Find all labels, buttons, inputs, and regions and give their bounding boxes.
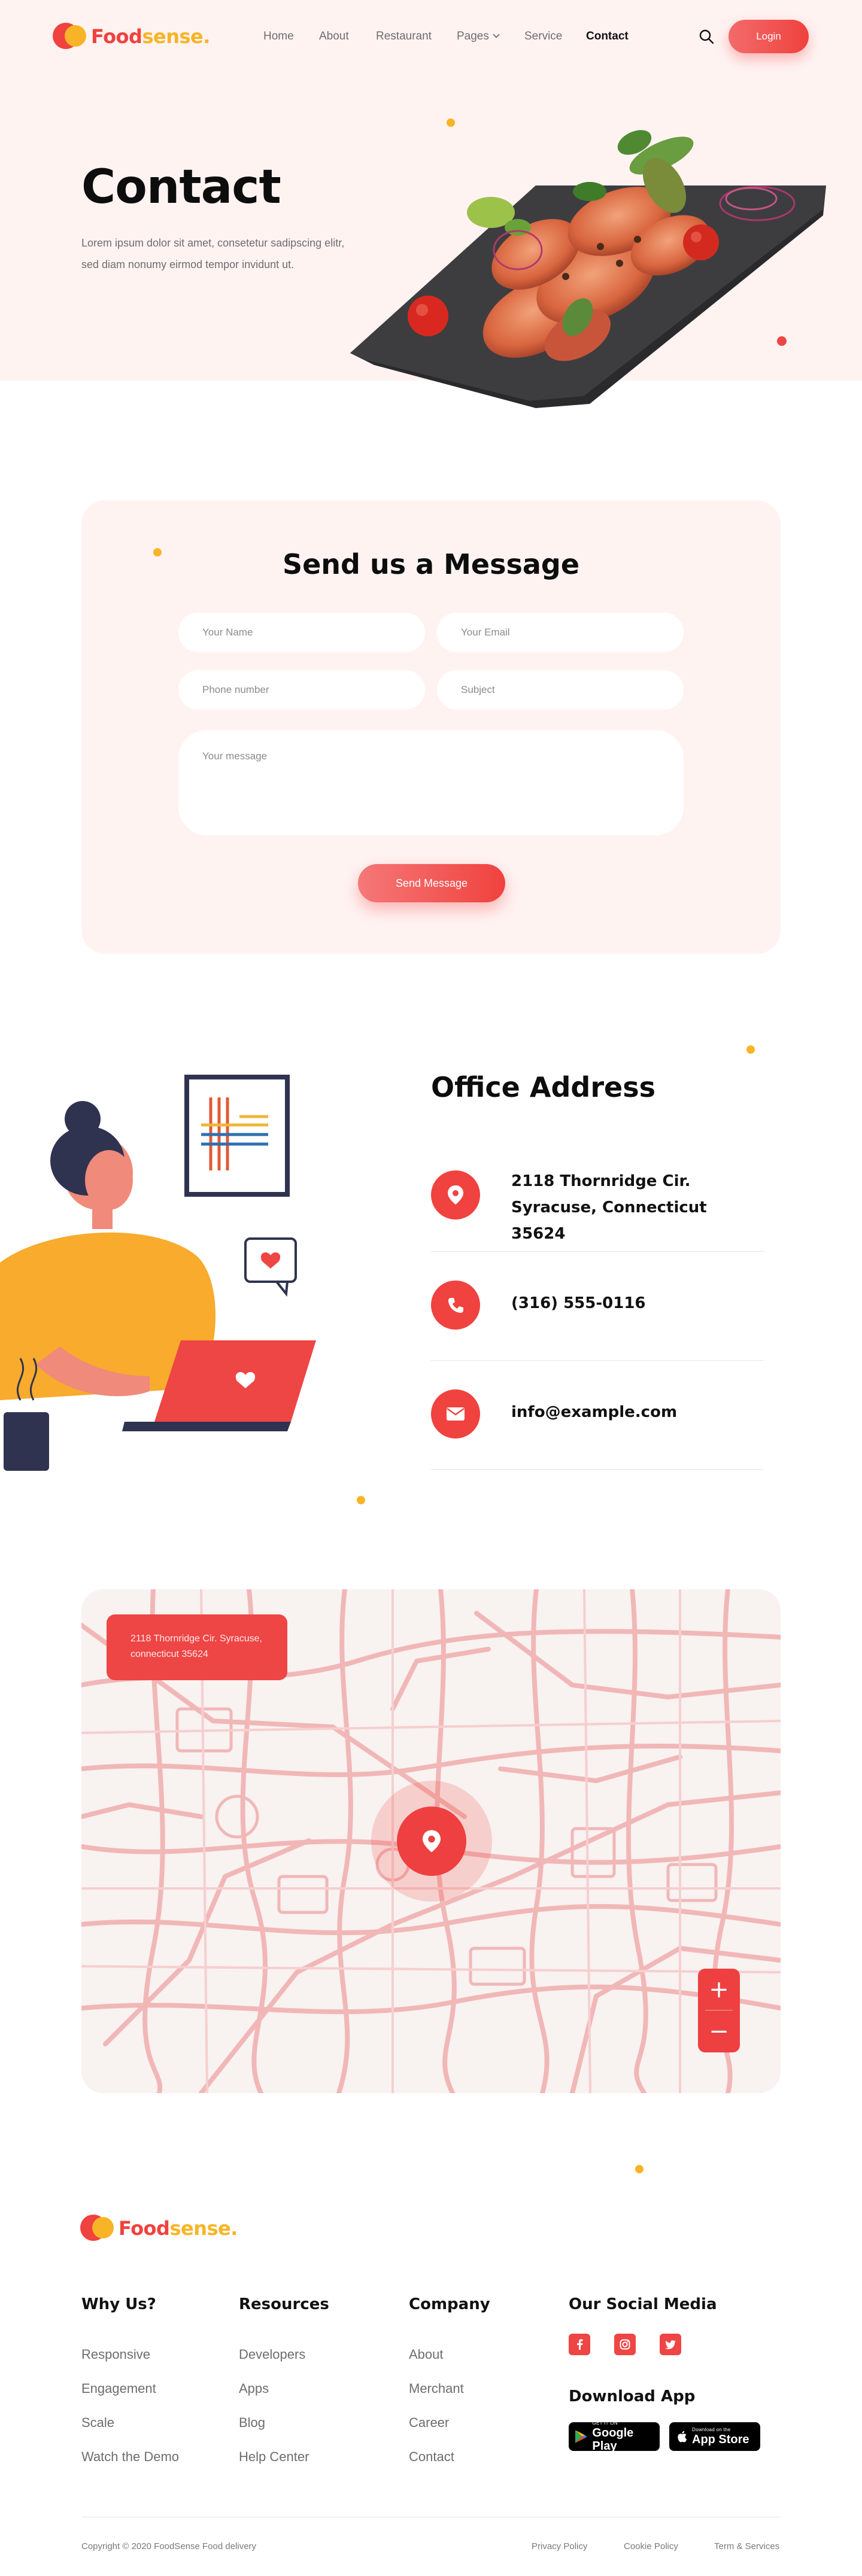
nav-about[interactable]: About bbox=[319, 30, 349, 43]
decor-dot bbox=[153, 548, 162, 556]
google-play-big-text: Google Play bbox=[592, 2426, 634, 2453]
hero-subtitle: Lorem ipsum dolor sit amet, consetetur s… bbox=[81, 237, 345, 270]
message-textarea[interactable] bbox=[178, 730, 684, 835]
footer-link-help-center[interactable]: Help Center bbox=[239, 2449, 309, 2465]
zoom-out-button[interactable]: − bbox=[698, 2011, 740, 2052]
footer-brand-logo[interactable]: Foodsense. bbox=[80, 2213, 238, 2243]
person-laptop-illustration bbox=[0, 1075, 316, 1471]
location-pin-icon bbox=[431, 1170, 480, 1219]
location-map[interactable]: 2118 Thornridge Cir. Syracuse, connectic… bbox=[81, 1589, 781, 2093]
map-address-label: 2118 Thornridge Cir. Syracuse, connectic… bbox=[107, 1614, 287, 1680]
nav-contact[interactable]: Contact bbox=[586, 30, 629, 43]
apple-icon bbox=[678, 2431, 687, 2443]
phone-row: (316) 555-0116 bbox=[431, 1252, 763, 1361]
send-message-button[interactable]: Send Message bbox=[358, 864, 505, 902]
zoom-in-button[interactable]: + bbox=[698, 1969, 740, 2011]
decor-dot bbox=[357, 1496, 365, 1504]
logo-mark-icon bbox=[53, 22, 91, 51]
app-store-small-text: Download on the bbox=[692, 2427, 731, 2432]
footer-link-developers[interactable]: Developers bbox=[239, 2347, 305, 2362]
map-zoom-controls: + − bbox=[698, 1969, 740, 2052]
chevron-down-icon bbox=[493, 31, 500, 38]
footer-link-apps[interactable]: Apps bbox=[239, 2381, 269, 2396]
brand-name: Foodsense. bbox=[91, 25, 210, 48]
email-input[interactable] bbox=[437, 613, 684, 652]
brand-logo[interactable]: Foodsense. bbox=[53, 22, 210, 51]
google-play-icon bbox=[575, 2430, 587, 2443]
decor-dot bbox=[635, 2165, 644, 2173]
footer-link-about[interactable]: About bbox=[409, 2347, 444, 2362]
nav-pages-label: Pages bbox=[457, 30, 489, 42]
map-location-pin-icon[interactable] bbox=[397, 1806, 466, 1876]
phone-input[interactable] bbox=[178, 670, 425, 710]
privacy-policy-link[interactable]: Privacy Policy bbox=[532, 2541, 587, 2551]
footer-link-engagement[interactable]: Engagement bbox=[81, 2381, 156, 2396]
page-title: Contact bbox=[81, 160, 281, 214]
phone-icon bbox=[431, 1281, 480, 1330]
office-email-link[interactable]: info@example.com bbox=[511, 1399, 677, 1425]
nav-home[interactable]: Home bbox=[263, 30, 294, 43]
contact-form-card: Send us a Message Send Message bbox=[81, 500, 781, 954]
footer-col-resources-title: Resources bbox=[239, 2295, 329, 2313]
office-address-text: 2118 Thornridge Cir. Syracuse, Connectic… bbox=[511, 1172, 707, 1243]
hero-section: Foodsense. Home About Restaurant Pages S… bbox=[0, 0, 862, 408]
subject-input[interactable] bbox=[437, 670, 684, 710]
office-phone-link[interactable]: (316) 555-0116 bbox=[511, 1290, 646, 1316]
office-address-title: Office Address bbox=[431, 1071, 655, 1103]
email-row: info@example.com bbox=[431, 1361, 763, 1470]
cookie-policy-link[interactable]: Cookie Policy bbox=[624, 2541, 678, 2551]
google-play-small-text: GET IT ON bbox=[592, 2420, 618, 2426]
footer-link-blog[interactable]: Blog bbox=[239, 2415, 265, 2431]
app-store-big-text: App Store bbox=[692, 2433, 749, 2446]
footer-social-title: Our Social Media bbox=[569, 2295, 717, 2313]
google-play-badge[interactable]: GET IT ON Google Play bbox=[569, 2420, 660, 2453]
twitter-icon[interactable] bbox=[660, 2334, 681, 2355]
footer-link-scale[interactable]: Scale bbox=[81, 2415, 114, 2431]
footer-brand-name: Foodsense. bbox=[119, 2217, 238, 2240]
footer-col-why-us-title: Why Us? bbox=[81, 2295, 156, 2313]
name-input[interactable] bbox=[178, 613, 425, 652]
copyright-text: Copyright © 2020 FoodSense Food delivery bbox=[81, 2541, 257, 2551]
footer-link-career[interactable]: Career bbox=[409, 2415, 449, 2431]
facebook-icon[interactable] bbox=[569, 2334, 590, 2355]
nav-service[interactable]: Service bbox=[524, 30, 562, 43]
footer-link-contact[interactable]: Contact bbox=[409, 2449, 454, 2465]
login-button[interactable]: Login bbox=[729, 20, 809, 53]
app-store-badge[interactable]: Download on the App Store bbox=[669, 2422, 760, 2451]
footer-download-title: Download App bbox=[569, 2388, 696, 2405]
search-icon[interactable] bbox=[699, 29, 714, 44]
form-title: Send us a Message bbox=[282, 548, 580, 580]
terms-services-link[interactable]: Term & Services bbox=[714, 2541, 779, 2551]
nav-pages[interactable]: Pages bbox=[457, 30, 500, 43]
food-platter-image bbox=[350, 130, 826, 408]
address-row: 2118 Thornridge Cir. Syracuse, Connectic… bbox=[431, 1143, 763, 1252]
mail-icon bbox=[431, 1389, 480, 1438]
logo-mark-icon bbox=[80, 2213, 119, 2243]
nav-restaurant[interactable]: Restaurant bbox=[376, 30, 432, 43]
footer-link-merchant[interactable]: Merchant bbox=[409, 2381, 464, 2396]
footer-link-responsive[interactable]: Responsive bbox=[81, 2347, 150, 2362]
decor-dot bbox=[746, 1045, 755, 1054]
footer-col-company-title: Company bbox=[409, 2295, 490, 2313]
footer-link-watch-demo[interactable]: Watch the Demo bbox=[81, 2449, 179, 2465]
instagram-icon[interactable] bbox=[614, 2334, 636, 2355]
